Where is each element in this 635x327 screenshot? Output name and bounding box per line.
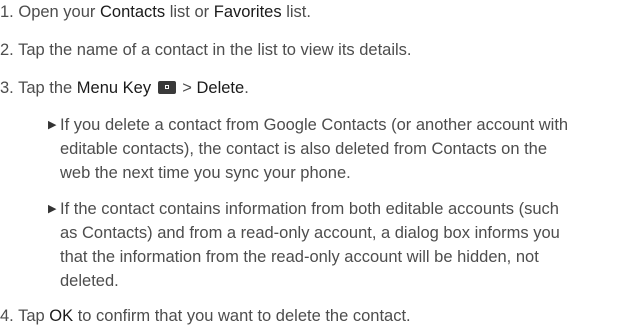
step-number: 2. [0,41,14,59]
favorites-label: Favorites [213,3,282,21]
menu-key-icon [157,81,176,94]
step-number: 1. [0,3,14,21]
step-text: . [244,79,249,97]
step-4: 4. Tap OK to confirm that you want to de… [0,306,411,326]
bullet-2-line: that the information from the read-only … [60,248,539,266]
bullet-1-line: If you delete a contact from Google Cont… [60,116,569,134]
contacts-label: Contacts [100,3,166,21]
step-text: Open your [18,3,96,21]
step-3: 3. Tap the Menu Key > Delete. [0,78,249,98]
step-text: > [182,79,192,97]
step-number: 4. [0,307,14,325]
bullet-1-line: editable contacts), the contact is also … [60,140,548,158]
bullet-arrow-icon: ▶ [48,203,57,215]
bullet-1-line: web the next time you sync your phone. [60,164,351,182]
bullet-arrow-icon: ▶ [48,119,57,131]
instruction-document: 1. Open your Contacts list or Favorites … [0,0,635,327]
step-text: Tap [18,307,45,325]
bullet-2-line: as Contacts) and from a read-only accoun… [60,224,560,242]
bullet-2-line: deleted. [60,272,119,290]
ok-label: OK [49,307,74,325]
bullet-2-line: If the contact contains information from… [60,200,559,218]
step-text: to confirm that you want to delete the c… [77,307,411,325]
step-2: 2. Tap the name of a contact in the list… [0,40,412,60]
menu-key-label: Menu Key [76,79,152,97]
step-text: list. [286,3,311,21]
step-text: Tap the name of a contact in the list to… [18,41,412,59]
step-text: list or [169,3,210,21]
step-text: Tap the [18,79,73,97]
delete-label: Delete [196,79,245,97]
step-1: 1. Open your Contacts list or Favorites … [0,2,311,22]
step-number: 3. [0,79,14,97]
